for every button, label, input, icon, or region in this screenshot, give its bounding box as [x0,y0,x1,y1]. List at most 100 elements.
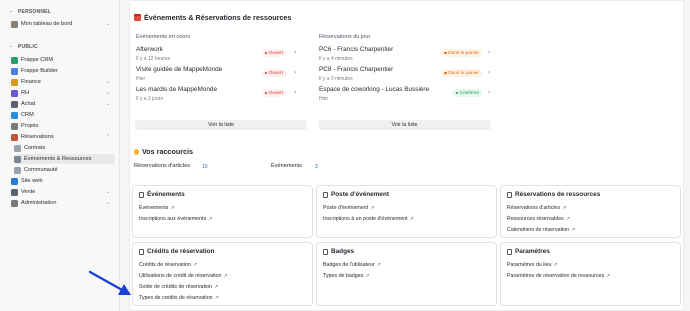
shortcut-reservations-articles[interactable]: Réservations d'articles [134,163,190,169]
section-personnel-title: PERSONNEL [18,9,51,15]
finance-icon [11,78,18,86]
external-link-icon: ↗ [571,227,576,233]
sidebar-item-label: Frappe CRM [21,57,54,63]
card-credits-reservation: Crédits de réservation Crédits de réserv… [132,242,313,306]
link-credits-reservation[interactable]: Crédits de réservation ↗ [139,262,197,268]
sidebar-item-frappe-builder[interactable]: Frappe Builder [11,66,115,76]
link-poste-evenement[interactable]: Poste d'événement ↗ [323,205,374,211]
event-time: Il y a 2 jours [136,96,163,102]
chevron-up-icon[interactable]: ⌃ [106,134,110,140]
sidebar-item-achat[interactable]: Achat ⌄ [11,99,115,109]
booking-row[interactable]: PC8 - Francis Charpentier Il y a 9 minut… [319,66,490,86]
main-area: Événements & Réservations de ressources … [121,0,690,311]
link-label: Crédits de réservation [139,262,191,268]
workspace-card: Événements & Réservations de ressources … [129,0,684,311]
sidebar-item-contrats[interactable]: Contrats [14,143,115,153]
status-badge: Dans le panier [441,69,482,77]
link-parametres-reservation[interactable]: Paramètres de réservation de ressources ↗ [507,273,610,279]
sidebar-item-frappe-crm[interactable]: Frappe CRM [11,55,115,65]
event-title: Les mardis de MappeMonde [136,86,217,93]
see-bookings-list-button[interactable]: Voir la liste [318,120,491,130]
link-label: Poste d'événement [323,205,369,211]
chevron-down-icon[interactable]: ⌄ [106,79,110,85]
achat-icon [11,100,18,108]
shortcut-count: 10 [202,164,208,170]
link-badges-utilisateur[interactable]: Badges de l'utilisateur ↗ [323,262,381,268]
link-types-badges[interactable]: Types de badges ↗ [323,273,370,279]
see-events-list-button[interactable]: Voir la liste [135,120,307,130]
event-time: Il y a 12 heures [136,56,171,62]
sidebar-item-label: RH [21,90,30,96]
bookings-column-title: Réservations du jour [319,34,371,40]
chevron-down-icon[interactable]: ⌄ [106,90,110,96]
sidebar-item-communaute[interactable]: Communauté [14,165,115,175]
shortcuts-title-text: Vos raccourcis [142,147,194,156]
chevron-down-icon[interactable]: ⌄ [106,101,110,107]
booking-row[interactable]: Espace de coworking - Lucas Bussière Hie… [319,86,490,106]
link-parametres-lieu[interactable]: Paramètres du lieu ↗ [507,262,558,268]
status-badge: Ouvert [261,49,286,57]
status-badge: Confirmé [452,89,482,97]
sidebar-item-reservations[interactable]: Réservations ⌃ [11,132,115,142]
link-utilisations-credit[interactable]: Utilisations de crédit de réservation ↗ [139,273,228,279]
external-link-icon: ↗ [223,273,228,279]
sidebar-item-rh[interactable]: RH ⌄ [11,88,115,98]
booking-row[interactable]: PC6 - Francis Charpentier Il y a 4 minut… [319,46,490,66]
event-row[interactable]: Les mardis de MappeMonde Il y a 2 jours … [136,86,296,106]
event-row[interactable]: Afterwork Il y a 12 heures Ouvert › [136,46,296,66]
link-types-credits[interactable]: Types de crédits de réservation ↗ [139,295,219,301]
card-title-text: Événements [147,191,185,198]
contrats-icon [14,144,21,152]
card-title: Paramètres [507,248,550,255]
sidebar-item-label: Vente [21,189,36,195]
calendar-icon [134,14,141,21]
card-badges: Badges Badges de l'utilisateur ↗ Types de… [316,242,497,306]
card-title: Réservations de ressources [507,191,600,198]
sidebar-item-evenements-ressources[interactable]: Événements & Ressources [14,154,115,164]
sidebar-item-projets[interactable]: Projets [11,121,115,131]
sidebar-item-vente[interactable]: Vente ⌄ [11,187,115,197]
external-link-icon: ↗ [192,262,198,268]
link-ressources-reservables[interactable]: Ressources réservables ↗ [507,216,570,222]
external-link-icon: ↗ [214,284,219,290]
link-calendriers-reservation[interactable]: Calendriers de réservation ↗ [507,227,575,233]
booking-time: Hier [319,96,329,102]
sidebar-item-label: Administration [21,200,57,206]
sidebar-item-finance[interactable]: Finance ⌄ [11,77,115,87]
collapse-personnel-icon[interactable]: ⌄ [9,8,13,14]
sidebar-item-label: Finance [21,79,41,85]
link-label: Paramètres de réservation de ressources [507,273,605,279]
card-title: Crédits de réservation [139,248,214,255]
link-label: Types de badges [323,273,364,279]
sidebar-item-crm[interactable]: CRM [11,110,115,120]
chevron-right-icon: › [488,70,490,76]
link-inscriptions-poste[interactable]: Inscriptions à un poste d'événement ↗ [323,216,414,222]
shortcut-evenements[interactable]: Événements [271,163,302,169]
link-solde-credits[interactable]: Solde de crédits de réservation ↗ [139,284,218,290]
link-inscriptions-evenements[interactable]: Inscriptions aux événements ↗ [139,216,212,222]
chevron-down-icon[interactable]: ⌄ [106,189,110,195]
sidebar-item-site-web[interactable]: Site web [11,176,115,186]
external-link-icon: ↗ [606,273,611,279]
external-link-icon: ↗ [170,205,175,211]
sidebar-item-mon-tableau-de-bord[interactable]: Mon tableau de bord ⌄ [11,19,115,29]
file-icon [507,191,512,198]
card-parametres: Paramètres Paramètres du lieu ↗ Paramètre… [500,242,681,306]
event-row[interactable]: Visite guidée de MappeMonde Hier Ouvert … [136,66,296,86]
page-title-text: Événements & Réservations de ressources [144,13,292,22]
status-badge: Ouvert [261,69,286,77]
external-link-icon: ↗ [553,262,558,268]
external-link-icon: ↗ [365,273,370,279]
frappe-builder-icon [11,67,18,75]
chevron-down-icon[interactable]: ⌄ [106,200,110,206]
sidebar-item-administration[interactable]: Administration ⌄ [11,198,115,208]
link-label: Réservations d'articles [507,205,561,211]
chevron-down-icon[interactable]: ⌄ [106,21,110,27]
collapse-public-icon[interactable]: ⌄ [9,43,13,49]
link-evenements[interactable]: Événements ↗ [139,205,175,211]
booking-title: PC8 - Francis Charpentier [319,66,394,73]
external-link-icon: ↗ [370,205,375,211]
link-reservations-articles[interactable]: Réservations d'articles ↗ [507,205,566,211]
link-label: Utilisations de crédit de réservation [139,273,222,279]
external-link-icon: ↗ [565,216,571,222]
